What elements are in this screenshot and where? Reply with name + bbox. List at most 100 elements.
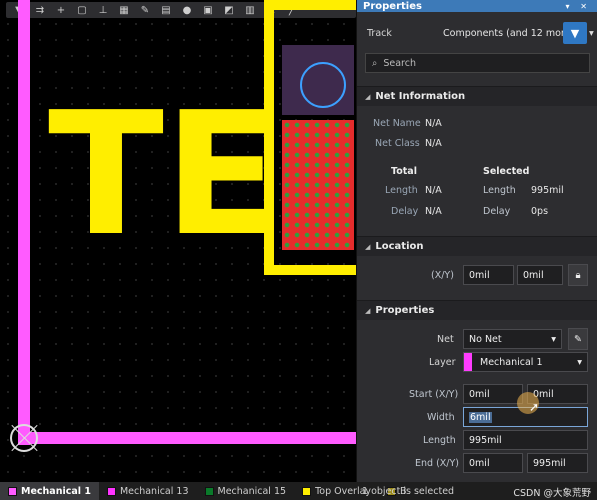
silkscreen-text[interactable]: TE [48,90,280,260]
pipette-icon: ✎ [574,333,582,345]
total-delay-value-row: N/A [425,206,442,217]
net-class-value: N/A [425,138,442,149]
pointer-icon: ➚ [529,400,540,414]
total-length-value: N/A [425,185,442,196]
total-length-label: Length [385,185,418,196]
panel-title: Properties [363,0,422,12]
properties-panel: Properties ▾ ✕ Track Components (and 12 … [356,0,597,482]
layer-tab-label: Mechanical 1 [21,485,91,497]
track-value-row: Components (and 12 more) [443,28,574,39]
layer-swatch [106,486,116,496]
collapse-icon: ◢ [365,306,371,315]
location-xy-row: (X/Y) [431,270,454,281]
collapse-icon: ◢ [365,92,371,101]
start-row: Start (X/Y) [409,389,458,400]
selected-delay-value-row: 0ps [531,206,548,217]
location-y-input[interactable]: 0mil [517,265,563,285]
route-icon[interactable]: ⇉ [31,3,49,17]
layer-tabs-bar: Mechanical 1 Mechanical 13 Mechanical 15… [0,482,597,500]
net-info-header[interactable]: ◢ Net Information [357,86,597,106]
width-label: Width [427,412,455,423]
origin-marker [10,424,38,452]
total-delay-label: Delay [391,206,419,217]
layer-select[interactable]: Mechanical 1 ▾ [463,352,588,372]
selected-length-value-row: 995mil [531,185,564,196]
more-icon[interactable]: ▾ [589,28,594,39]
width-input-selected-text: 6mil [469,411,492,423]
end-y-input[interactable]: 995mil [527,453,588,473]
pen-icon[interactable]: ✎ [136,3,154,17]
layer-select-content: Mechanical 1 [464,353,543,371]
selected-length-value: 995mil [531,185,564,196]
selected-header: Selected [483,166,529,177]
rect-select-icon[interactable]: ▢ [73,3,91,17]
layer-swatch [302,486,312,496]
end-label: End (X/Y) [415,458,459,469]
net-select-value: No Net [469,333,502,345]
components-icon[interactable]: ▦ [115,3,133,17]
collapse-icon: ◢ [365,242,371,251]
net-info-title: Net Information [375,91,466,102]
mechanical-track-vertical[interactable] [18,0,30,445]
chevron-down-icon: ▾ [551,333,556,345]
total-length-value-row: N/A [425,185,442,196]
layer-tab-mechanical-1[interactable]: Mechanical 1 [0,482,99,500]
mechanical-track-horizontal[interactable] [18,432,356,444]
total-delay-value: N/A [425,206,442,217]
app-root: ▼ ⇉ + ▢ ⊥ ▦ ✎ ▤ ● ▣ ◩ ▥ A ╱ TE Prope [0,0,597,500]
location-x-input[interactable]: 0mil [463,265,514,285]
panel-title-bar: Properties ▾ ✕ [357,0,597,12]
end-row: End (X/Y) [415,458,459,469]
properties-header[interactable]: ◢ Properties [357,300,597,320]
net-label: Net [437,334,454,345]
layer-tab-label: Mechanical 13 [119,485,189,497]
pcb-canvas[interactable]: ▼ ⇉ + ▢ ⊥ ▦ ✎ ▤ ● ▣ ◩ ▥ A ╱ TE [0,0,356,482]
net-class-row: Net Class [375,138,420,149]
width-row: Width [427,412,455,423]
square-icon[interactable]: ▣ [199,3,217,17]
net-select[interactable]: No Net ▾ [463,329,562,349]
layer-row: Layer [429,357,456,368]
layer-tab-mechanical-13[interactable]: Mechanical 13 [99,482,197,500]
properties-title: Properties [375,305,435,316]
overlay-outline [264,0,356,275]
selected-label: Selected [483,166,530,177]
panel-controls[interactable]: ▾ ✕ [565,2,591,11]
length-row: Length [423,435,456,446]
plus-icon[interactable]: + [52,3,70,17]
funnel-icon: ▼ [570,26,580,40]
layer-tab-mechanical-15[interactable]: Mechanical 15 [197,482,295,500]
net-name-label: Net Name [373,118,421,129]
total-delay-row: Delay [391,206,418,217]
net-edit-button[interactable]: ✎ [568,328,588,350]
track-value: Components (and 12 more) [443,28,575,39]
selection-status: 1 object is selected [362,482,454,500]
layer-color-swatch [464,353,472,371]
net-row: Net [437,334,454,345]
track-row: Track [367,28,392,39]
grid-icon[interactable]: ▤ [157,3,175,17]
footprint-component[interactable] [256,0,356,280]
align-icon[interactable]: ⊥ [94,3,112,17]
selection-status-text: 1 object is selected [362,485,455,497]
end-x-input[interactable]: 0mil [463,453,523,473]
lock-button[interactable]: 🔒︎ [568,264,588,286]
fill-icon[interactable]: ● [178,3,196,17]
location-header[interactable]: ◢ Location [357,236,597,256]
layer-label: Layer [429,357,456,368]
lock-icon: 🔒︎ [575,269,581,281]
net-name-value-row: N/A [425,118,442,129]
diagonal-icon[interactable]: ◩ [220,3,238,17]
watermark: CSDN @大象荒野 [513,488,591,499]
net-name-value: N/A [425,118,442,129]
selected-length-label: Length [483,185,516,196]
layer-swatch [204,486,214,496]
filter-button[interactable]: ▼ [563,22,587,44]
start-x-input[interactable]: 0mil [463,384,523,404]
layer-select-value: Mechanical 1 [480,356,543,368]
search-input[interactable]: ⌕ Search [365,53,590,73]
length-input[interactable]: 995mil [463,430,588,450]
total-label: Total [391,166,417,177]
selected-delay-label: Delay [483,206,511,217]
total-header: Total [391,166,417,177]
